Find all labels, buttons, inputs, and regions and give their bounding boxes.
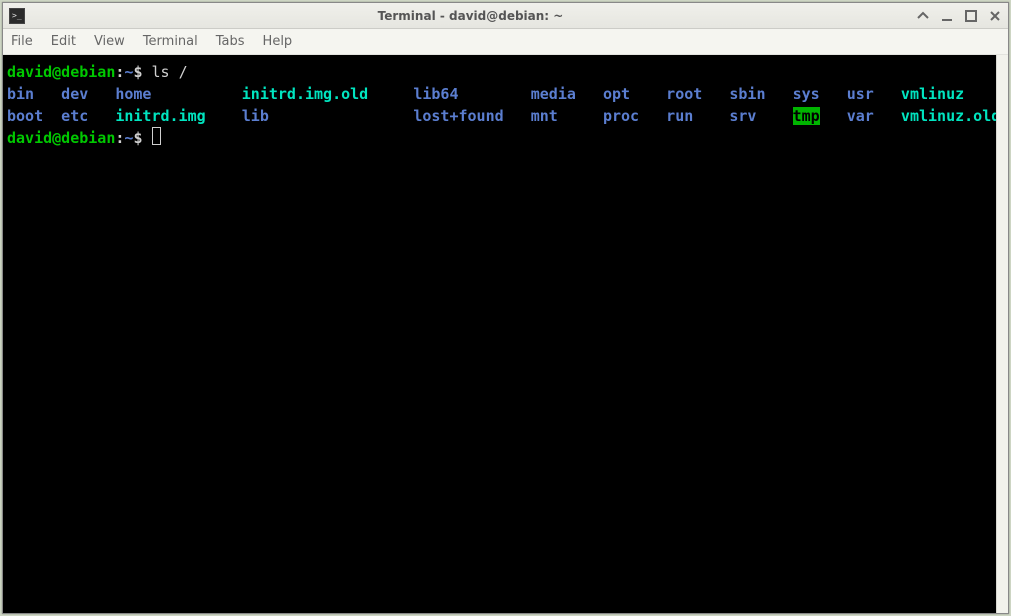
ls-cell: root <box>666 83 729 105</box>
scrollbar[interactable] <box>996 55 1008 613</box>
ls-entry-boot: boot <box>7 107 43 125</box>
prompt-line-1: david@debian:~$ ls / <box>7 61 992 83</box>
ls-cell: home <box>115 83 241 105</box>
ls-cell: lost+found <box>413 105 530 127</box>
ls-entry-home: home <box>115 85 151 103</box>
ls-entry-run: run <box>666 107 693 125</box>
ls-cell: etc <box>61 105 115 127</box>
ls-entry-initrd.img: initrd.img <box>115 107 205 125</box>
window-controls <box>916 9 1002 23</box>
prompt-symbol: $ <box>133 129 142 147</box>
ls-cell: proc <box>603 105 666 127</box>
titlebar: >_ Terminal - david@debian: ~ <box>3 3 1008 29</box>
menu-edit[interactable]: Edit <box>51 34 76 49</box>
prompt-user: david@debian <box>7 63 115 81</box>
ls-entry-sys: sys <box>793 85 820 103</box>
ls-entry-initrd.img.old: initrd.img.old <box>242 85 368 103</box>
ls-cell: vmlinuz.old <box>901 105 996 127</box>
menubar: File Edit View Terminal Tabs Help <box>3 29 1008 55</box>
ls-cell: usr <box>847 83 901 105</box>
ls-entry-lib: lib <box>242 107 269 125</box>
window-title: Terminal - david@debian: ~ <box>25 9 916 23</box>
ls-entry-lost+found: lost+found <box>413 107 503 125</box>
menu-help[interactable]: Help <box>263 34 293 49</box>
ls-cell: mnt <box>531 105 603 127</box>
ls-entry-mnt: mnt <box>531 107 558 125</box>
ls-cell: dev <box>61 83 115 105</box>
maximize-button[interactable] <box>964 9 978 23</box>
ls-entry-srv: srv <box>729 107 756 125</box>
ls-cell: opt <box>603 83 666 105</box>
terminal-frame: david@debian:~$ ls / bin dev home initrd.img… <box>3 55 1008 613</box>
ls-entry-var: var <box>847 107 874 125</box>
ls-cell: lib <box>242 105 414 127</box>
cursor <box>152 127 161 145</box>
menu-view[interactable]: View <box>94 34 125 49</box>
ls-entry-root: root <box>666 85 702 103</box>
ls-cell: vmlinuz <box>901 83 996 105</box>
menu-file[interactable]: File <box>11 34 33 49</box>
menu-tabs[interactable]: Tabs <box>216 34 245 49</box>
ls-cell: sbin <box>729 83 792 105</box>
ls-entry-bin: bin <box>7 85 34 103</box>
ls-entry-vmlinuz: vmlinuz <box>901 85 964 103</box>
ls-cell: srv <box>729 105 792 127</box>
ls-entry-etc: etc <box>61 107 88 125</box>
ls-cell: var <box>847 105 901 127</box>
ls-entry-sbin: sbin <box>729 85 765 103</box>
ls-entry-media: media <box>531 85 576 103</box>
minimize-button[interactable] <box>940 9 954 23</box>
terminal-window: >_ Terminal - david@debian: ~ File Edit … <box>2 2 1009 614</box>
ls-entry-vmlinuz.old: vmlinuz.old <box>901 107 996 125</box>
ls-cell: initrd.img <box>115 105 241 127</box>
ls-entry-usr: usr <box>847 85 874 103</box>
ls-cell: boot <box>7 105 61 127</box>
terminal-viewport[interactable]: david@debian:~$ ls / bin dev home initrd.img… <box>3 55 996 613</box>
ls-entry-lib64: lib64 <box>413 85 458 103</box>
ls-cell: run <box>666 105 729 127</box>
ls-entry-dev: dev <box>61 85 88 103</box>
ls-entry-proc: proc <box>603 107 639 125</box>
close-button[interactable] <box>988 9 1002 23</box>
ls-cell: initrd.img.old <box>242 83 414 105</box>
rollup-button[interactable] <box>916 9 930 23</box>
ls-cell: lib64 <box>413 83 530 105</box>
ls-row-0: bin dev home initrd.img.old lib64 media opt roo… <box>7 83 992 105</box>
ls-cell: tmp <box>793 105 847 127</box>
ls-cell: sys <box>793 83 847 105</box>
menu-terminal[interactable]: Terminal <box>143 34 198 49</box>
terminal-app-icon: >_ <box>9 8 25 24</box>
prompt-symbol: $ <box>133 63 142 81</box>
ls-entry-opt: opt <box>603 85 630 103</box>
ls-cell: media <box>531 83 603 105</box>
prompt-user: david@debian <box>7 129 115 147</box>
ls-cell: bin <box>7 83 61 105</box>
ls-entry-tmp: tmp <box>793 107 820 125</box>
command-text: ls / <box>152 63 188 81</box>
prompt-line-2: david@debian:~$ <box>7 127 992 149</box>
ls-row-1: bootetc initrd.img lib lost+found mnt proc run… <box>7 105 992 127</box>
